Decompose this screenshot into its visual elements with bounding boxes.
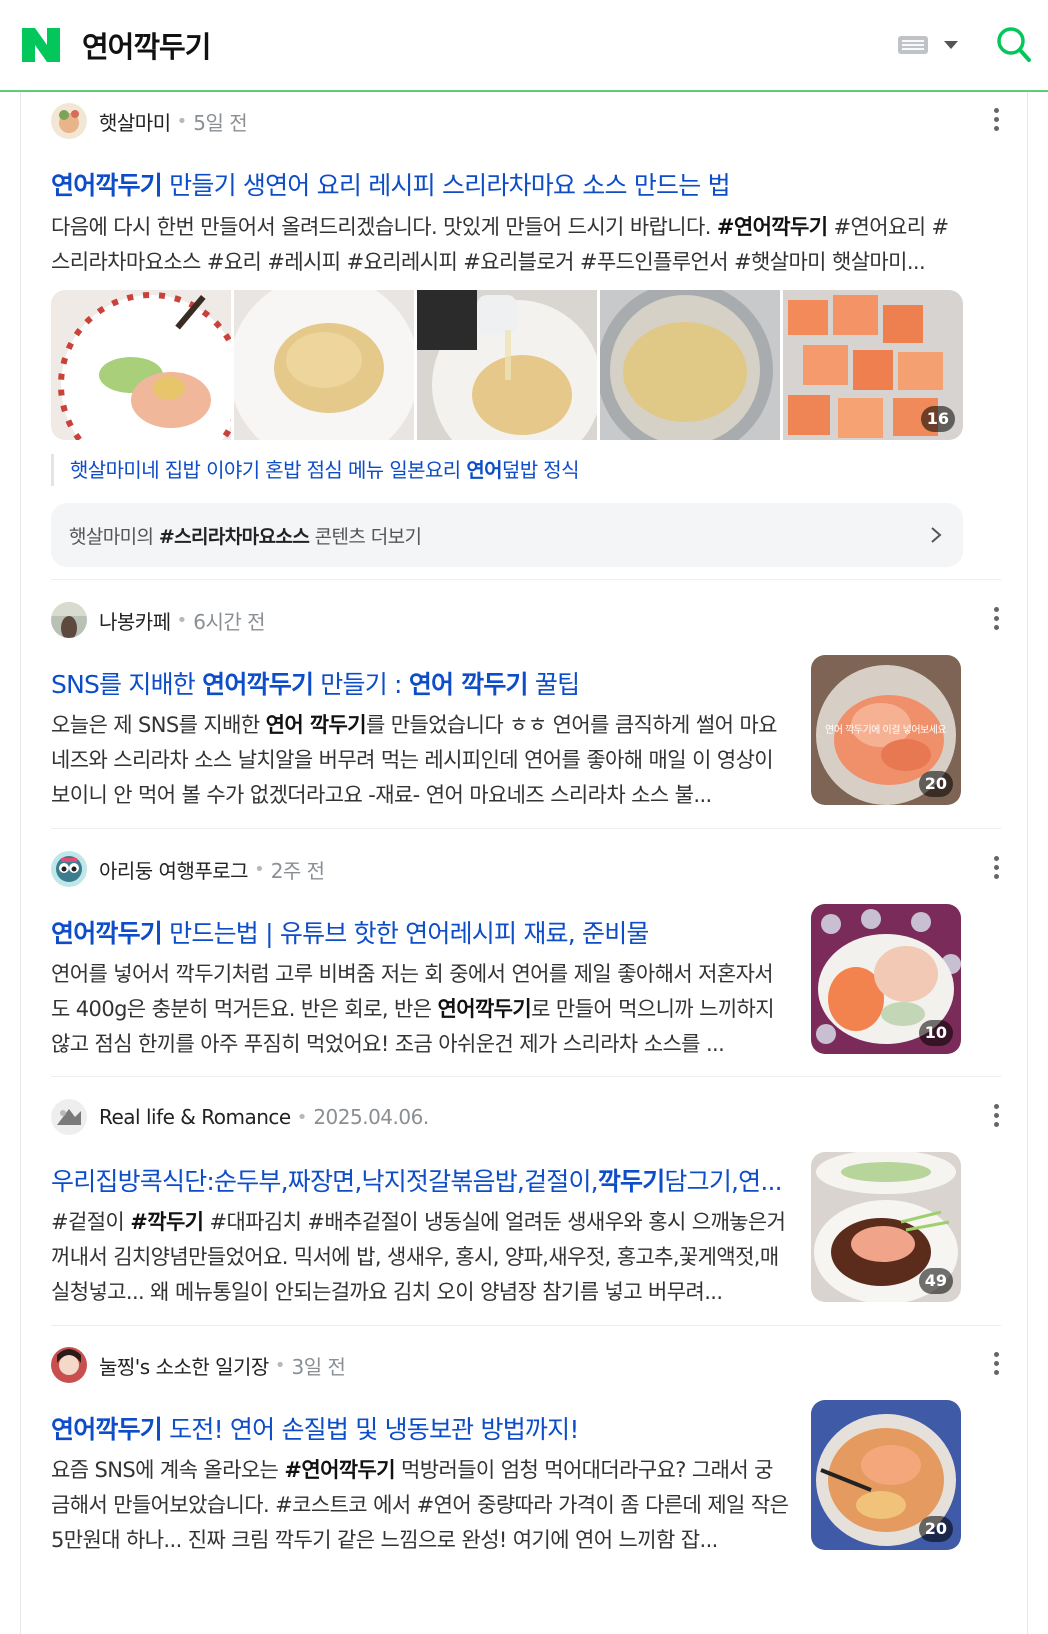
author-name[interactable]: 나봉카페 — [99, 606, 171, 635]
more-vertical-icon[interactable] — [991, 1104, 1001, 1130]
result-title[interactable]: 연어깍두기 만드는법 | 유튜브 핫한 연어레시피 재료, 준비물 — [51, 914, 791, 950]
thumbnail-image[interactable] — [234, 290, 414, 440]
post-date: 3일 전 — [291, 1354, 346, 1379]
thumbnail-image[interactable]: 10 — [811, 904, 961, 1054]
thumbnail-image[interactable]: 16 — [783, 290, 963, 440]
keyboard-icon[interactable] — [898, 36, 928, 54]
result-description: #겉절이 #깍두기 #대파김치 #배추겉절이 냉동실에 얼려둔 생새우와 홍시 … — [51, 1210, 786, 1304]
more-vertical-icon[interactable] — [991, 1352, 1001, 1378]
author-name[interactable]: 햇살마미 — [99, 107, 171, 136]
more-content-pre: 햇살마미의 — [69, 526, 159, 548]
divider — [51, 1325, 1001, 1326]
thumbnail-image[interactable]: 49 — [811, 1152, 961, 1302]
result-item: Real life & Romance • 2025.04.06. 우리집방콕식… — [21, 1098, 1029, 1328]
author-name[interactable]: 눌찡's 소소한 일기장 — [99, 1351, 269, 1380]
separator-dot: • — [176, 110, 188, 132]
avatar[interactable] — [51, 851, 87, 887]
result-description: 다음에 다시 한번 만들어서 올려드리겠습니다. 맛있게 만들어 드시기 바랍니… — [51, 215, 949, 274]
post-date: 2주 전 — [270, 858, 325, 883]
image-count-badge: 10 — [918, 1020, 953, 1046]
divider — [51, 579, 1001, 580]
thumbnail-image[interactable] — [417, 290, 597, 440]
sublink-bold: 연어 — [466, 458, 502, 482]
result-item: 아리둥 여행푸로그 • 2주 전 연어깍두기 만드는법 | 유튜브 핫한 연어레… — [21, 850, 1029, 1080]
thumbnail-image[interactable]: 20 — [811, 1400, 961, 1550]
search-header: 연어깍두기 — [0, 0, 1048, 92]
result-title[interactable]: 연어깍두기 만들기 생연어 요리 레시피 스리라차마요 소스 만드는 법 — [51, 166, 963, 202]
thumbnail-image[interactable]: 연어 깍두기에 이걸 넣어보세요 20 — [811, 655, 961, 805]
result-description: 오늘은 제 SNS를 지배한 연어 깍두기를 만들었습니다 ㅎㅎ 연어를 큼직하… — [51, 713, 777, 807]
result-title[interactable]: 연어깍두기 도전! 연어 손질법 및 냉동보관 방법까지! — [51, 1410, 791, 1446]
avatar[interactable] — [51, 1347, 87, 1383]
result-item: 눌찡's 소소한 일기장 • 3일 전 연어깍두기 도전! 연어 손질법 및 냉… — [21, 1346, 1029, 1576]
divider — [51, 1076, 1001, 1077]
author-name[interactable]: 아리둥 여행푸로그 — [99, 855, 249, 884]
divider — [51, 828, 1001, 829]
search-icon[interactable] — [996, 26, 1032, 64]
result-title[interactable]: 우리집방콕식단:순두부,짜장면,낙지젓갈볶음밥,겉절이,깍두기담그기,연... — [51, 1162, 791, 1198]
post-date: 6시간 전 — [193, 609, 266, 634]
result-meta: 아리둥 여행푸로그 • 2주 전 — [51, 850, 325, 888]
more-content-label: 햇살마미의 #스리라차마요소스 콘텐츠 더보기 — [69, 522, 422, 549]
chevron-right-icon — [931, 527, 942, 543]
result-description: 요즘 SNS에 계속 올라오는 #연어깍두기 먹방러들이 엄청 먹어대더라구요?… — [51, 1458, 789, 1552]
post-date: 5일 전 — [193, 110, 248, 135]
title-bold: 연어깍두기 — [51, 171, 163, 200]
result-meta: 나봉카페 • 6시간 전 — [51, 601, 266, 639]
result-item: 햇살마미 • 5일 전 연어깍두기 만들기 생연어 요리 레시피 스리라차마요 … — [21, 102, 1029, 572]
separator-dot: • — [176, 609, 188, 631]
result-meta: 눌찡's 소소한 일기장 • 3일 전 — [51, 1346, 346, 1384]
author-name[interactable]: Real life & Romance — [99, 1105, 291, 1129]
thumbnail-image[interactable] — [51, 290, 231, 440]
image-count-badge: 20 — [918, 1516, 953, 1542]
thumbnail-caption: 연어 깍두기에 이걸 넣어보세요 — [825, 725, 947, 736]
related-post-link[interactable]: 햇살마미네 집밥 이야기 혼밥 점심 메뉴 일본요리 연어덮밥 정식 — [51, 454, 579, 486]
more-vertical-icon[interactable] — [991, 108, 1001, 134]
avatar[interactable] — [51, 103, 87, 139]
result-meta: 햇살마미 • 5일 전 — [51, 102, 248, 140]
thumbnail-image[interactable] — [600, 290, 780, 440]
title-rest: 만들기 생연어 요리 레시피 스리라차마요 소스 만드는 법 — [162, 171, 730, 200]
chevron-down-icon[interactable] — [944, 41, 958, 49]
avatar[interactable] — [51, 602, 87, 638]
more-vertical-icon[interactable] — [991, 856, 1001, 882]
post-date: 2025.04.06. — [313, 1105, 429, 1129]
result-meta: Real life & Romance • 2025.04.06. — [51, 1098, 429, 1136]
result-description: 연어를 넣어서 깍두기처럼 고루 비벼줌 저는 회 중에서 연어를 제일 좋아해… — [51, 962, 775, 1056]
separator-dot: • — [296, 1106, 308, 1128]
result-title[interactable]: SNS를 지배한 연어깍두기 만들기 : 연어 깍두기 꿀팁 — [51, 665, 791, 701]
more-content-button[interactable]: 햇살마미의 #스리라차마요소스 콘텐츠 더보기 — [51, 503, 963, 567]
results-panel: 햇살마미 • 5일 전 연어깍두기 만들기 생연어 요리 레시피 스리라차마요 … — [20, 92, 1028, 1634]
image-strip[interactable]: 16 — [51, 290, 963, 440]
separator-dot: • — [274, 1354, 286, 1376]
more-vertical-icon[interactable] — [991, 607, 1001, 633]
more-content-hashtag: #스리라차마요소스 — [158, 526, 310, 548]
image-count-badge: 16 — [920, 406, 955, 432]
separator-dot: • — [254, 858, 265, 880]
search-query-text[interactable]: 연어깍두기 — [82, 24, 211, 66]
sublink-text-end: 덮밥 정식 — [501, 458, 580, 482]
more-content-post: 콘텐츠 더보기 — [309, 526, 422, 548]
sublink-text: 햇살마미네 집밥 이야기 혼밥 점심 메뉴 일본요리 — [70, 458, 467, 482]
image-count-badge: 49 — [918, 1268, 953, 1294]
avatar[interactable] — [51, 1099, 87, 1135]
naver-logo-icon[interactable] — [22, 28, 60, 62]
image-count-badge: 20 — [918, 771, 953, 797]
result-item: 나봉카페 • 6시간 전 SNS를 지배한 연어깍두기 만들기 : 연어 깍두기… — [21, 601, 1029, 831]
